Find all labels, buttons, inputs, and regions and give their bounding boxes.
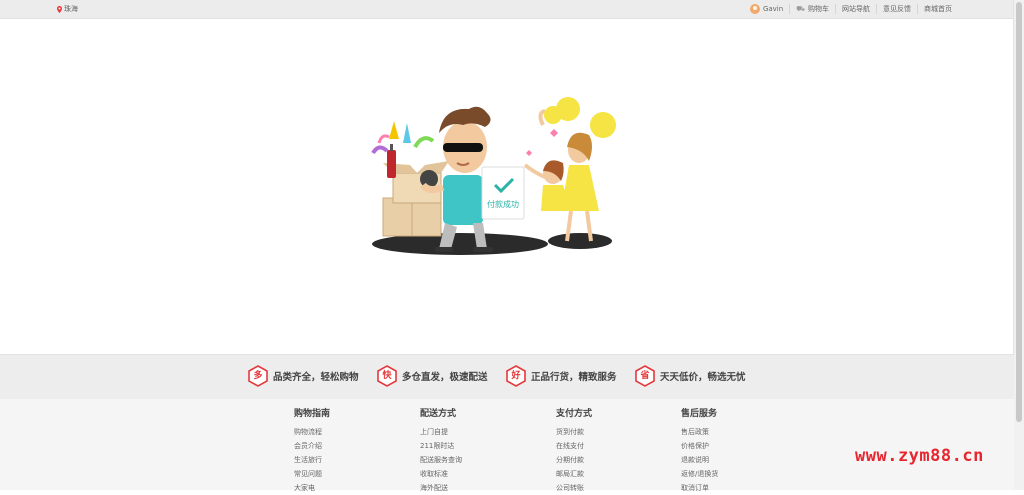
footer-column-payment: 支付方式 货到付款 在线支付 分期付款 邮局汇款 公司转账 [556,406,592,495]
footer-link[interactable]: 海外配送 [420,481,462,495]
footer-link[interactable]: 生活旅行 [294,453,330,467]
guarantee-item: 省 天天低价，畅选无忧 [635,365,746,387]
footer-link[interactable]: 配送服务查询 [420,453,462,467]
footer-link[interactable]: 上门自提 [420,425,462,439]
cart-link[interactable]: ⛟ 购物车 [789,4,835,14]
feedback-link[interactable]: 意见反馈 [876,4,917,14]
footer-links: 购物指南 购物流程 会员介绍 生活旅行 常见问题 大家电 配送方式 上门自提 2… [0,399,1014,492]
footer-link[interactable]: 售后政策 [681,425,718,439]
footer-link[interactable]: 分期付款 [556,453,592,467]
location-text: 珠海 [64,5,78,13]
scrollbar-thumb[interactable] [1016,2,1022,422]
hexagon-badge-icon: 快 [377,365,397,387]
cart-label: 购物车 [808,5,829,13]
footer-link[interactable]: 收取标准 [420,467,462,481]
footer-link[interactable]: 公司转账 [556,481,592,495]
location-pin-icon [57,5,62,13]
user-menu[interactable]: Gavin [744,4,789,14]
footer-column-title: 支付方式 [556,409,593,419]
guarantee-icon-char: 好 [511,371,521,381]
footer-link[interactable]: 在线支付 [556,439,592,453]
guarantee-icon-char: 多 [253,371,263,381]
guarantee-text: 正品行货，精致服务 [531,372,617,383]
location-selector[interactable]: 珠海 [57,0,78,18]
payment-success-illustration: 付款成功 [371,97,616,255]
top-bar: 珠海 Gavin ⛟ 购物车 网站导航 意见反馈 商城首页 [0,0,1014,19]
guarantee-icon-char: 省 [640,371,650,381]
footer-link[interactable]: 常见问题 [294,467,330,481]
guarantee-text: 多仓直发，极速配送 [402,372,488,383]
hexagon-badge-icon: 好 [506,365,526,387]
payment-success-badge: 付款成功 [481,166,525,220]
footer-link[interactable]: 211限时达 [420,439,462,453]
mall-home-label: 商城首页 [924,5,952,13]
footer-link[interactable]: 大家电 [294,481,330,495]
footer-link[interactable]: 邮局汇款 [556,467,592,481]
service-guarantee-strip: 多 品类齐全，轻松购物 快 多仓直发，极速配送 好 正品行货，精致服务 省 天天… [0,354,1014,400]
guarantee-item: 快 多仓直发，极速配送 [377,365,488,387]
avatar [749,4,760,14]
footer-link[interactable]: 取消订单 [681,481,718,495]
top-links: Gavin ⛟ 购物车 网站导航 意见反馈 商城首页 [744,0,958,18]
guarantee-text: 天天低价，畅选无忧 [660,372,746,383]
mall-home-link[interactable]: 商城首页 [917,4,958,14]
guarantee-item: 多 品类齐全，轻松购物 [248,365,359,387]
cart-icon: ⛟ [796,4,805,13]
footer-column-title: 购物指南 [294,409,331,419]
feedback-label: 意见反馈 [883,5,911,13]
footer-column-title: 售后服务 [681,409,718,419]
guarantee-text: 品类齐全，轻松购物 [273,372,359,383]
hexagon-badge-icon: 省 [635,365,655,387]
footer-link[interactable]: 返修/退换货 [681,467,718,481]
site-nav-label: 网站导航 [842,5,870,13]
page-scrollbar[interactable] [1013,0,1024,490]
footer-link[interactable]: 退款说明 [681,453,718,467]
footer-column-after-sales: 售后服务 售后政策 价格保护 退款说明 返修/退换货 取消订单 [681,406,718,495]
footer-link[interactable]: 购物流程 [294,425,330,439]
footer-column-title: 配送方式 [420,409,457,419]
user-name: Gavin [762,5,784,13]
guarantee-icon-char: 快 [382,371,392,381]
footer-link[interactable]: 货到付款 [556,425,592,439]
watermark-text: www.zym88.cn [855,446,984,466]
footer-column-delivery: 配送方式 上门自提 211限时达 配送服务查询 收取标准 海外配送 [420,406,462,495]
payment-success-text: 付款成功 [487,199,519,209]
hexagon-badge-icon: 多 [248,365,268,387]
footer-link[interactable]: 会员介绍 [294,439,330,453]
footer-link[interactable]: 价格保护 [681,439,718,453]
guarantee-item: 好 正品行货，精致服务 [506,365,617,387]
site-nav-link[interactable]: 网站导航 [835,4,876,14]
footer-column-shopping-guide: 购物指南 购物流程 会员介绍 生活旅行 常见问题 大家电 [294,406,330,495]
